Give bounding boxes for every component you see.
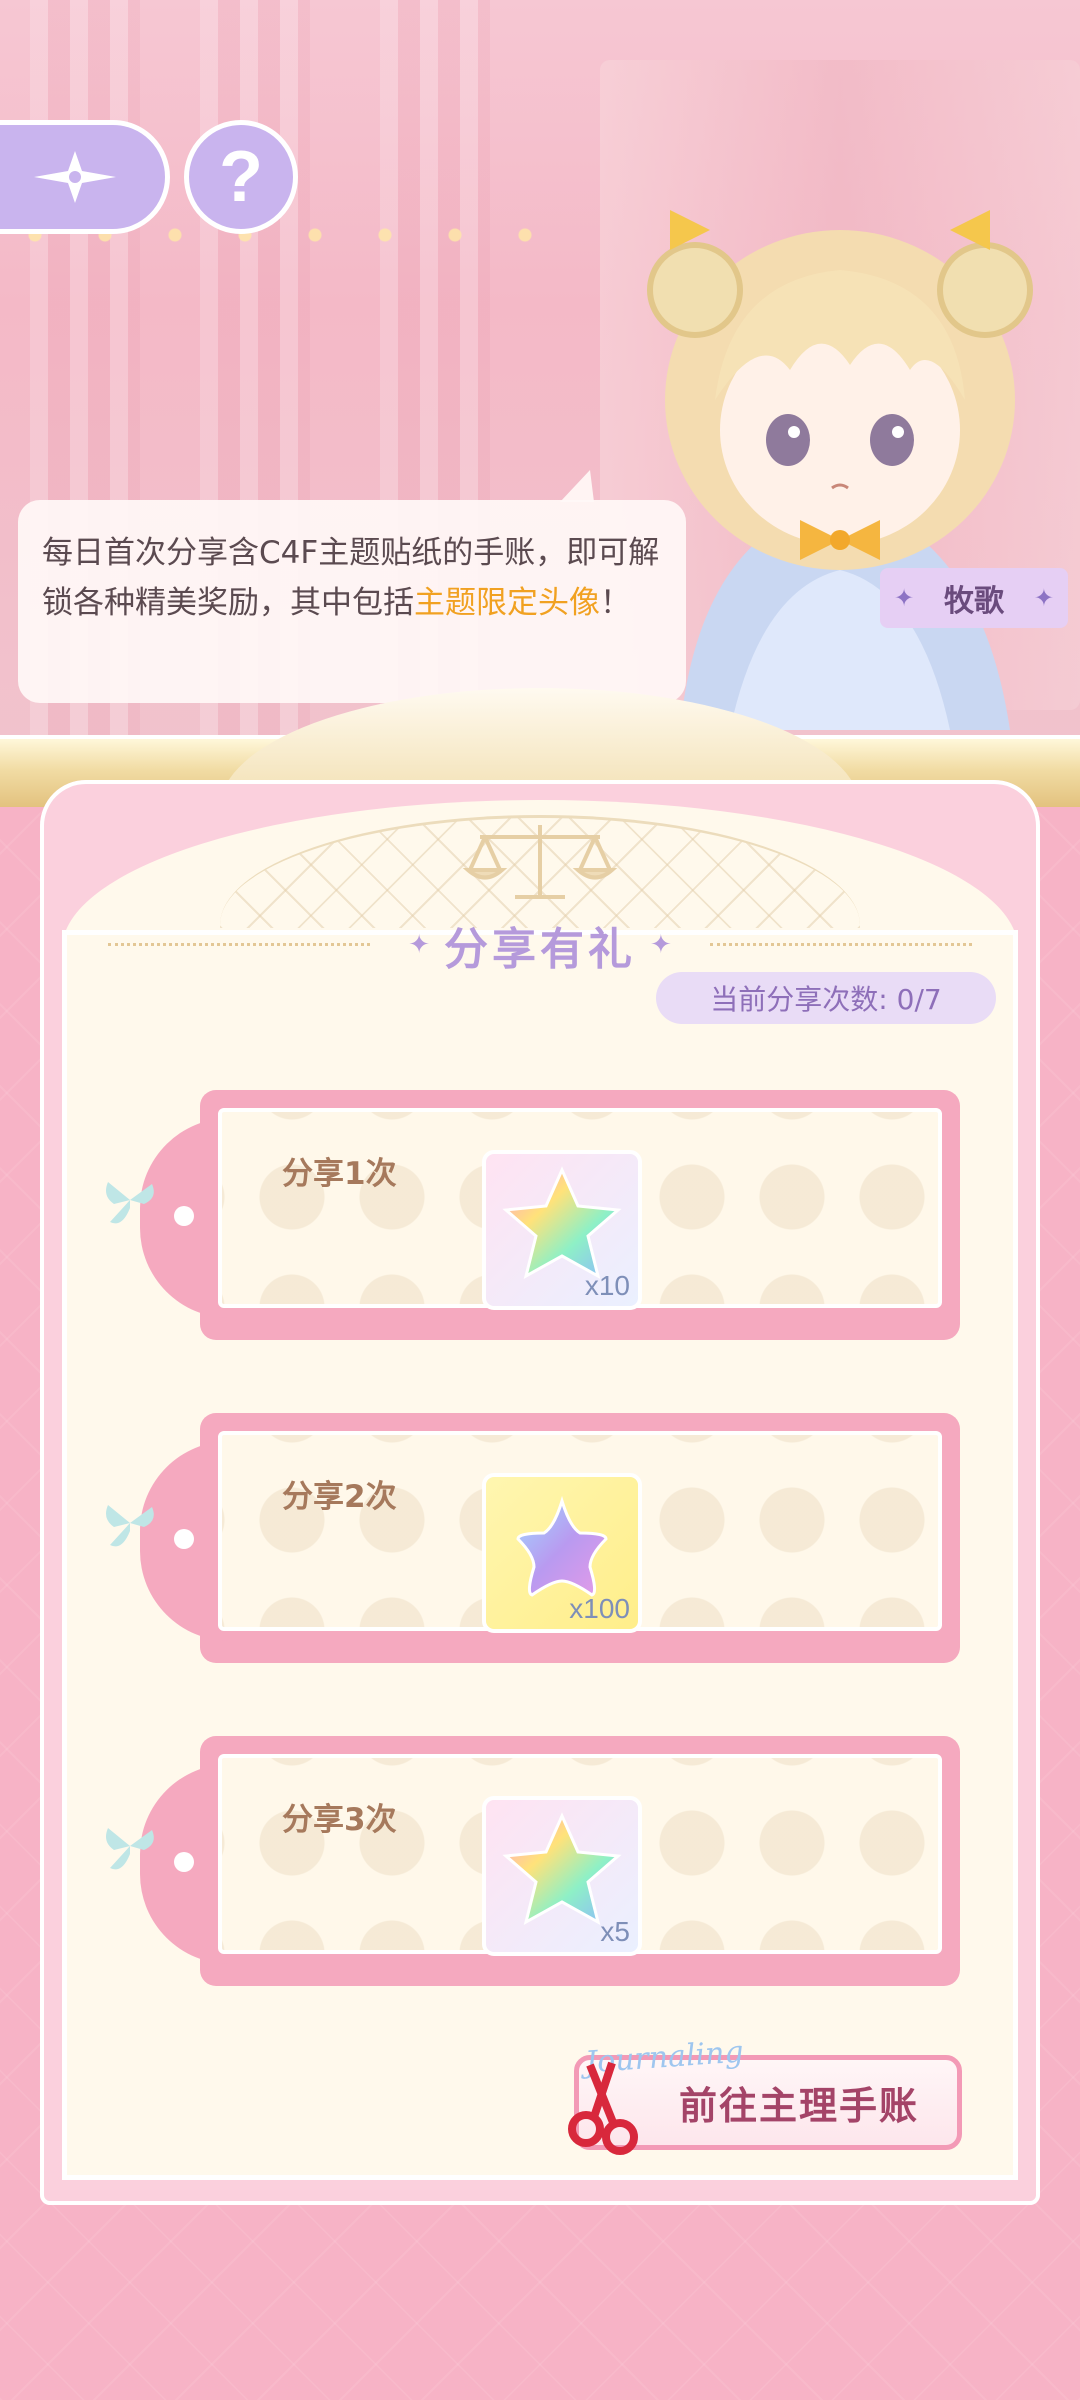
reward-tier-label: 分享1次 bbox=[282, 1156, 397, 1192]
share-count-badge: 当前分享次数: 0/7 bbox=[656, 972, 996, 1024]
go-button-label: 前往主理手账 bbox=[678, 2084, 919, 2128]
reward-item-slot[interactable]: x5 bbox=[482, 1796, 642, 1956]
reward-tier-label: 分享2次 bbox=[282, 1479, 397, 1515]
npc-name: 牧歌 bbox=[944, 584, 1004, 619]
divider-right bbox=[710, 943, 972, 946]
tab-hole bbox=[174, 1852, 194, 1872]
divider-left bbox=[108, 943, 370, 946]
panel-title: 分享有礼 bbox=[444, 924, 636, 975]
tab-hole bbox=[174, 1529, 194, 1549]
npc-name-tag: ✦ 牧歌 ✦ bbox=[880, 568, 1068, 628]
reward-card: 分享2次 x100 bbox=[106, 1413, 960, 1663]
card-inner: 分享3次 x5 bbox=[218, 1754, 942, 1956]
ribbon-bow-icon bbox=[106, 1828, 154, 1870]
question-mark-icon: ? bbox=[219, 137, 263, 217]
reward-item-slot[interactable]: x100 bbox=[482, 1473, 642, 1633]
dialogue-highlight: 主题限定头像 bbox=[414, 585, 600, 621]
reward-quantity: x5 bbox=[600, 1916, 630, 1947]
reward-quantity: x100 bbox=[569, 1593, 630, 1624]
reward-quantity: x10 bbox=[584, 1270, 630, 1301]
share-count-text: 当前分享次数: 0/7 bbox=[710, 983, 942, 1016]
speech-bubble-tail bbox=[560, 470, 594, 502]
help-button[interactable]: ? bbox=[184, 120, 298, 234]
diamond-star-icon: ✦ bbox=[894, 584, 915, 612]
balance-scale-icon bbox=[462, 825, 618, 899]
scissors-icon bbox=[568, 2061, 638, 2155]
sparkle-button[interactable] bbox=[0, 120, 170, 234]
reward-item-slot[interactable]: x10 bbox=[482, 1150, 642, 1310]
reward-card: 分享3次 x5 bbox=[106, 1736, 960, 1986]
card-inner: 分享1次 x10 bbox=[218, 1108, 942, 1310]
diamond-star-icon: ✦ bbox=[408, 930, 430, 960]
four-point-sparkle-icon bbox=[34, 151, 116, 203]
dialogue-end: ！ bbox=[600, 585, 631, 621]
reward-card: 分享1次 x10 bbox=[106, 1090, 960, 1340]
panel-title-wrap: ✦ 分享有礼 ✦ bbox=[370, 915, 710, 975]
reward-tier-label: 分享3次 bbox=[282, 1802, 397, 1838]
ribbon-bow-icon bbox=[106, 1182, 154, 1224]
card-inner: 分享2次 x100 bbox=[218, 1431, 942, 1633]
npc-speech-bubble: 每日首次分享含C4F主题贴纸的手账，即可解锁各种精美奖励，其中包括主题限定头像！ bbox=[18, 500, 686, 703]
ribbon-bow-icon bbox=[106, 1505, 154, 1547]
tab-hole bbox=[174, 1206, 194, 1226]
diamond-star-icon: ✦ bbox=[1033, 584, 1054, 612]
diamond-star-icon: ✦ bbox=[650, 930, 672, 960]
